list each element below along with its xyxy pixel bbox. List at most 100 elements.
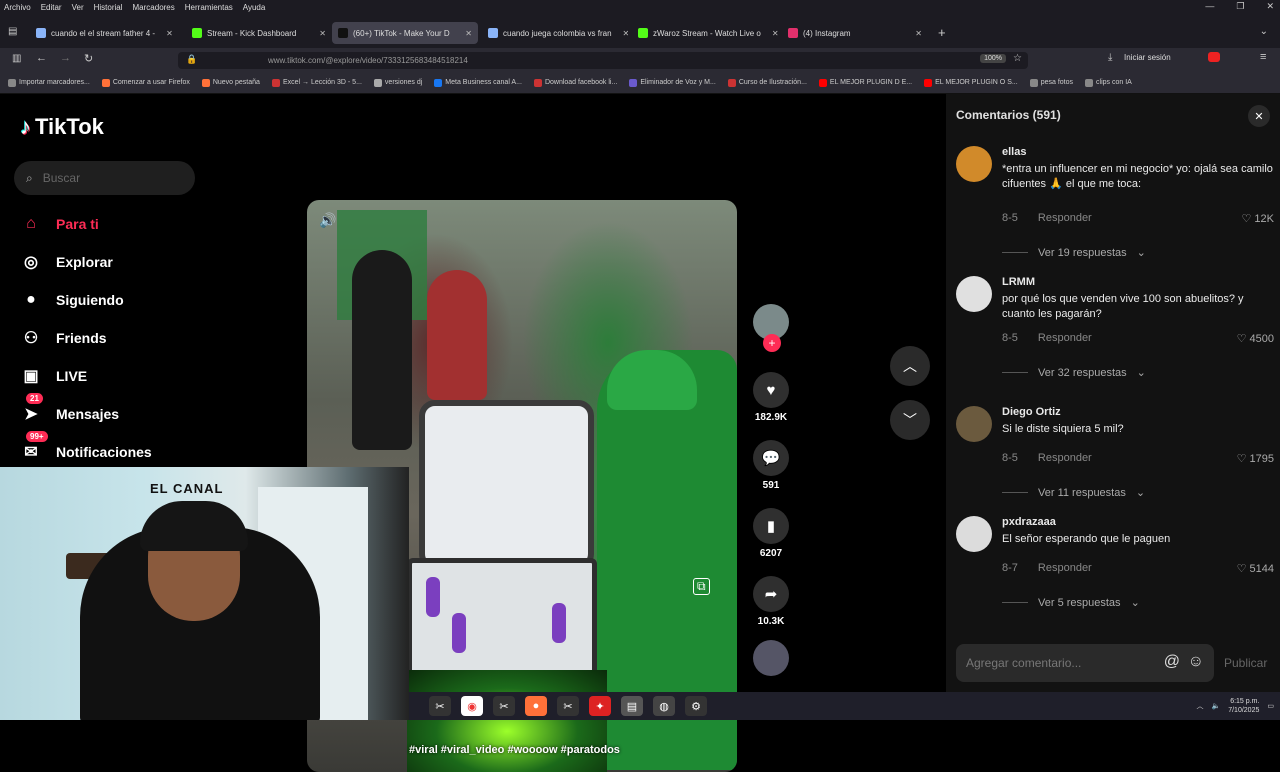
zoom-level[interactable]: 100% [980,54,1006,63]
view-replies-button[interactable]: Ver 32 respuestas ⌄ [1002,366,1146,379]
menu-item[interactable]: Herramientas [185,3,233,12]
menu-item[interactable]: Marcadores [133,3,175,12]
capcut-icon[interactable]: ✂ [557,696,579,716]
menu-item[interactable]: Editar [41,3,62,12]
comment-like-button[interactable]: ♡ 1795 [1237,452,1274,465]
chrome-icon[interactable]: ◉ [461,696,483,716]
previous-video-button[interactable]: ︿ [890,346,930,386]
comment-like-button[interactable]: ♡ 5144 [1237,562,1274,575]
avatar[interactable] [956,146,992,182]
url-bar[interactable]: 🔒 www.tiktok.com/@explore/video/73331256… [178,52,1028,69]
bookmark-item[interactable]: Download facebook li... [533,78,617,87]
bookmark-item[interactable]: EL MEJOR PLUGIN D E... [818,78,912,87]
menu-item[interactable]: Archivo [4,3,31,12]
menu-item[interactable]: Historial [94,3,123,12]
comment-username[interactable]: LRMM [1002,276,1035,288]
browser-tab[interactable]: cuando el el stream father 4 - ✕ [30,22,176,44]
settings-icon[interactable]: ⚙ [685,696,707,716]
mention-icon[interactable]: @ [1164,653,1180,671]
comment-username[interactable]: ellas [1002,146,1026,158]
new-tab-icon[interactable]: + [938,25,946,40]
reload-icon[interactable]: ↻ [84,52,93,65]
browser-tab[interactable]: cuando juega colombia vs fran ✕ [482,22,628,44]
comment-username[interactable]: pxdrazaaa [1002,516,1056,528]
back-icon[interactable]: ← [36,52,47,64]
speaker-icon[interactable]: 🔈 [1212,702,1221,710]
tiktok-logo[interactable]: ♪ TikTok [20,114,104,140]
browser-tab[interactable]: zWaroz Stream - Watch Live o ✕ [632,22,778,44]
video-hashtags[interactable]: #viral #viral_video #woooow #paratodos [409,744,620,756]
bookmark-item[interactable]: EL MEJOR PLUGIN O S... [924,78,1018,87]
bookmark-item[interactable]: clips con IA [1085,78,1132,87]
close-window-icon[interactable]: ✕ [1266,1,1274,12]
bookmark-item[interactable]: Curso de Ilustración... [727,78,807,87]
bookmark-item[interactable]: Importar marcadores... [8,78,90,87]
bookmark-item[interactable]: Eliminador de Voz y M... [629,78,716,87]
capcut-icon[interactable]: ✂ [429,696,451,716]
browser-tab[interactable]: Stream - Kick Dashboard ✕ [186,22,332,44]
share-button[interactable]: ➦ 10.3K [753,576,789,627]
tab-close-icon[interactable]: ✕ [160,29,173,38]
volume-icon[interactable]: 🔊 [319,212,336,229]
capcut-icon[interactable]: ✂ [493,696,515,716]
browser-tab[interactable]: (4) Instagram ✕ [782,22,928,44]
menu-icon[interactable]: ≡ [1260,51,1266,63]
menu-item[interactable]: Ver [72,3,84,12]
bookmark-item[interactable]: Comenzar a usar Firefox [101,78,190,87]
view-replies-button[interactable]: Ver 19 respuestas ⌄ [1002,246,1146,259]
avatar[interactable] [956,276,992,312]
browser-tab[interactable]: (60+) TikTok - Make Your D ✕ [332,22,478,44]
tab-list-icon[interactable]: ▤ [8,26,17,37]
obs-icon[interactable]: ◍ [653,696,675,716]
menu-item[interactable]: Ayuda [243,3,266,12]
save-button[interactable]: ▮ 6207 [753,508,789,559]
forward-icon[interactable]: → [60,52,71,64]
maximize-icon[interactable]: ❐ [1236,1,1244,12]
comment-like-button[interactable]: ♡ 12K [1242,212,1275,225]
avatar[interactable] [956,406,992,442]
emoji-icon[interactable]: ☺ [1188,653,1204,671]
sidebar-icon[interactable]: ▥ [12,53,21,64]
firefox-icon[interactable]: ● [525,696,547,716]
follow-plus-icon[interactable]: + [763,334,781,352]
notepad-icon[interactable]: ▤ [621,696,643,716]
download-icon[interactable]: ⤓ [1108,52,1112,63]
tab-close-icon[interactable]: ✕ [459,29,472,38]
chevron-down-icon[interactable]: ⌄ [1260,26,1268,37]
next-video-button[interactable]: ﹀ [890,400,930,440]
creator-avatar[interactable]: + [753,304,789,352]
signin-button[interactable]: Iniciar sesión [1124,53,1171,62]
reply-button[interactable]: Responder [1038,332,1092,344]
tab-close-icon[interactable]: ✕ [909,29,922,38]
app-icon[interactable]: ✦ [589,696,611,716]
music-disc[interactable] [753,640,789,676]
bookmark-item[interactable]: versiones dj [373,78,422,87]
tab-close-icon[interactable]: ✕ [766,29,778,38]
notification-icon[interactable]: ▭ [1267,702,1274,710]
sidebar-item-para-ti[interactable]: ⌂ Para ti [20,213,99,235]
tray-chevron-icon[interactable]: ︿ [1197,701,1204,711]
comment-button[interactable]: 💬 591 [753,440,789,491]
close-comments-button[interactable]: ✕ [1248,105,1270,127]
view-replies-button[interactable]: Ver 5 respuestas ⌄ [1002,596,1140,609]
publish-button[interactable]: Publicar [1224,656,1267,670]
sidebar-item-explorar[interactable]: ◎ Explorar [20,251,113,273]
sidebar-item-mensajes[interactable]: ➤ 21 Mensajes [20,393,119,425]
sidebar-item-live[interactable]: ▣ LIVE [20,365,87,387]
bookmark-item[interactable]: Nuevo pestaña [201,78,260,87]
tab-close-icon[interactable]: ✕ [313,29,326,38]
bookmark-item[interactable]: pesa fotos [1029,78,1073,87]
bookmark-item[interactable]: Excel → Lección 3D - 5... [271,78,362,87]
minimize-icon[interactable]: — [1205,1,1214,12]
view-replies-button[interactable]: Ver 11 respuestas ⌄ [1002,486,1145,499]
picture-in-picture-icon[interactable]: ⧉ [693,578,710,595]
like-button[interactable]: ♥ 182.9K [753,372,789,423]
bookmark-star-icon[interactable]: ☆ [1013,53,1022,64]
search-input[interactable]: ⌕ Buscar [14,161,195,195]
reply-button[interactable]: Responder [1038,562,1092,574]
tab-close-icon[interactable]: ✕ [617,29,628,38]
avatar[interactable] [956,516,992,552]
bookmark-item[interactable]: Meta Business canal A... [434,78,522,87]
sidebar-item-siguiendo[interactable]: ● Siguiendo [20,289,124,311]
youtube-extension-icon[interactable] [1208,52,1220,62]
